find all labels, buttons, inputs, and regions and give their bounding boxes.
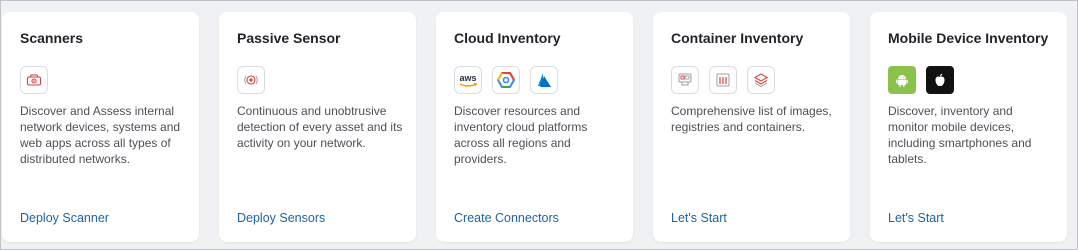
card-description: Continuous and unobtrusive detection of … [237, 104, 403, 150]
card-scanners: Scanners Discover and Assess internal ne… [2, 12, 199, 242]
card-icons [888, 66, 954, 94]
google-cloud-icon [492, 66, 520, 94]
card-title: Container Inventory [671, 30, 804, 46]
create-connectors-link[interactable]: Create Connectors [454, 211, 559, 225]
card-container-inventory: Container Inventory Comprehensive list o… [653, 12, 850, 242]
android-icon [888, 66, 916, 94]
scanner-device-icon [20, 66, 48, 94]
container-registry-icon [709, 66, 737, 94]
card-icons: aws [454, 66, 558, 94]
container-lets-start-link[interactable]: Let's Start [671, 211, 727, 225]
container-image-icon [671, 66, 699, 94]
card-description: Discover resources and inventory cloud p… [454, 104, 588, 166]
card-mobile-device-inventory: Mobile Device Inventory Discover, invent… [870, 12, 1067, 242]
layers-icon [747, 66, 775, 94]
card-title: Mobile Device Inventory [888, 30, 1049, 46]
mobile-lets-start-link[interactable]: Let's Start [888, 211, 944, 225]
azure-icon [530, 66, 558, 94]
apple-icon [926, 66, 954, 94]
deploy-scanner-link[interactable]: Deploy Scanner [20, 211, 109, 225]
aws-icon: aws [454, 66, 482, 94]
card-description: Discover, inventory and monitor mobile d… [888, 104, 1032, 166]
card-title: Cloud Inventory [454, 30, 561, 46]
card-title: Passive Sensor [237, 30, 341, 46]
card-passive-sensor: Passive Sensor Continuous and unobtrusiv… [219, 12, 416, 242]
card-icons [20, 66, 48, 94]
card-title: Scanners [20, 30, 84, 46]
aws-icon-label: aws [459, 73, 476, 83]
passive-sensor-icon [237, 66, 265, 94]
deploy-sensors-link[interactable]: Deploy Sensors [237, 211, 325, 225]
card-description: Discover and Assess internal network dev… [20, 104, 181, 166]
card-icons [237, 66, 265, 94]
card-cloud-inventory: Cloud Inventory aws Discover resources a… [436, 12, 633, 242]
card-icons [671, 66, 775, 94]
card-description: Comprehensive list of images, registries… [671, 104, 832, 134]
